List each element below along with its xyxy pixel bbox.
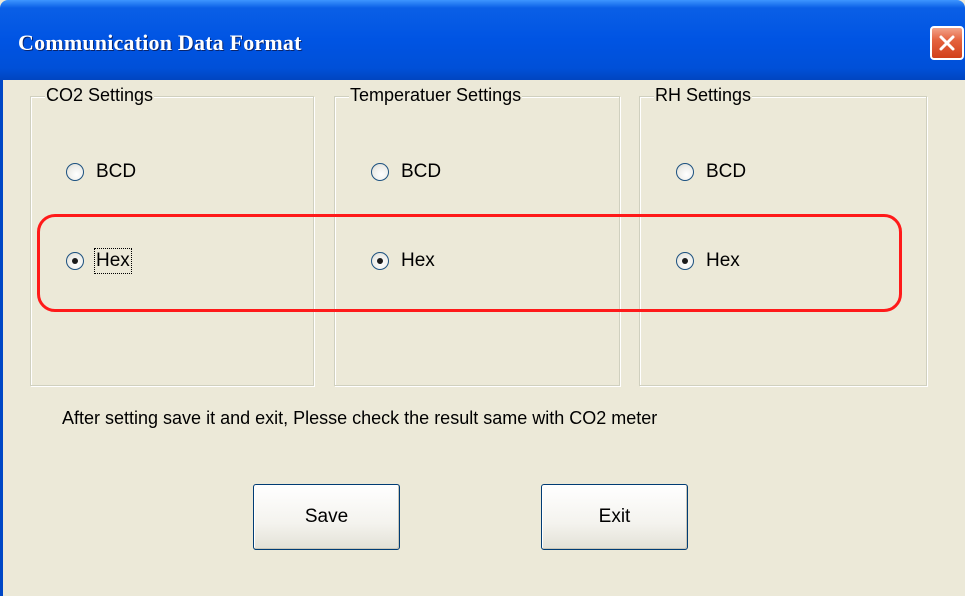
temperature-hex-label: Hex [401, 250, 435, 271]
instruction-note: After setting save it and exit, Plesse c… [62, 408, 658, 428]
save-button[interactable]: Save [253, 484, 400, 550]
radio-selected-dot [72, 258, 78, 264]
rh-hex-radio-option[interactable]: Hex [676, 249, 740, 273]
exit-button[interactable]: Exit [541, 484, 688, 550]
co2-hex-radio[interactable] [66, 252, 84, 270]
co2-settings-group: CO2 Settings BCD Hex [30, 85, 314, 386]
co2-hex-label: Hex [94, 248, 132, 274]
co2-bcd-radio[interactable] [66, 163, 84, 181]
co2-bcd-label: BCD [96, 161, 137, 182]
rh-bcd-radio[interactable] [676, 163, 694, 181]
window-title: Communication Data Format [18, 30, 302, 55]
title-bar[interactable]: Communication Data Format [0, 0, 965, 80]
rh-hex-radio[interactable] [676, 252, 694, 270]
rh-settings-group: RH Settings BCD Hex [639, 85, 927, 386]
co2-bcd-radio-option[interactable]: BCD [66, 160, 136, 184]
rh-bcd-label: BCD [706, 161, 747, 182]
rh-settings-label: RH Settings [654, 85, 753, 106]
temperature-bcd-radio[interactable] [371, 163, 389, 181]
co2-hex-radio-option[interactable]: Hex [66, 248, 132, 274]
rh-bcd-radio-option[interactable]: BCD [676, 160, 746, 184]
temperature-hex-radio[interactable] [371, 252, 389, 270]
radio-selected-dot [682, 258, 688, 264]
temperature-settings-label: Temperatuer Settings [349, 85, 523, 106]
co2-settings-label: CO2 Settings [45, 85, 155, 106]
temperature-bcd-radio-option[interactable]: BCD [371, 160, 441, 184]
temperature-bcd-label: BCD [401, 161, 442, 182]
rh-hex-label: Hex [706, 250, 740, 271]
close-button[interactable] [930, 26, 964, 60]
close-icon [939, 35, 955, 51]
window-frame [0, 80, 3, 596]
temperature-hex-radio-option[interactable]: Hex [371, 249, 435, 273]
temperature-settings-group: Temperatuer Settings BCD Hex [334, 85, 620, 386]
dialog-window: Communication Data Format CO2 Settings B… [0, 0, 965, 596]
radio-selected-dot [377, 258, 383, 264]
